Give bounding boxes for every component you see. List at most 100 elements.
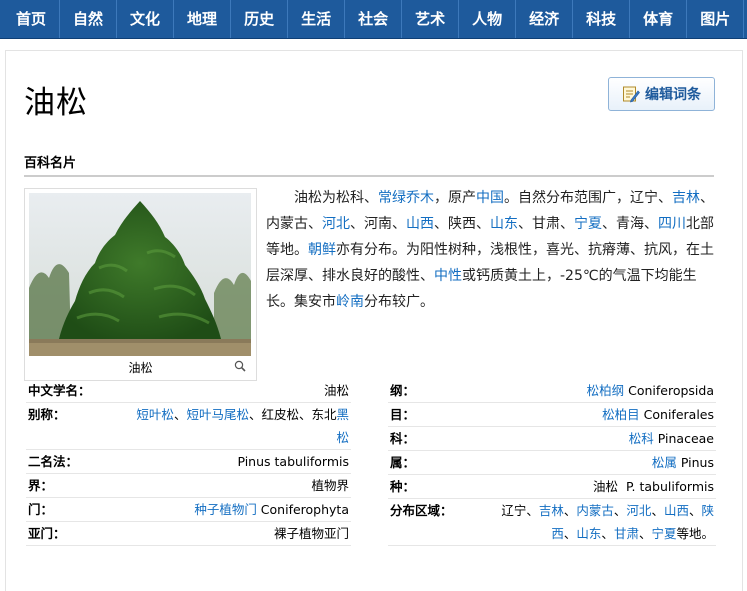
info-key: 二名法： [28,454,79,469]
link-coniferales[interactable]: 松柏目 [602,407,640,422]
link-hebei-dist[interactable]: 河北 [626,503,651,518]
nav-item-society[interactable]: 社会 [345,0,403,38]
photo-card[interactable]: 油松 [24,188,257,381]
link-sichuan[interactable]: 四川 [658,216,686,232]
summary-text: 、河南、 [350,216,406,232]
info-value: 油松 [323,383,349,398]
section-title: 百科名片 [24,156,77,171]
summary-text: 油松为松科、 [294,190,378,206]
nav-item-sports[interactable]: 体育 [630,0,688,38]
pine-tree-photo[interactable] [29,193,251,356]
link-lingnan[interactable]: 岭南 [336,294,364,310]
link-evergreen-tree[interactable]: 常绿乔木 [378,190,434,206]
info-row-genus: 属： 松属 Pinus [388,451,716,475]
magnifier-icon[interactable] [234,360,246,372]
info-text: 、 [173,407,187,422]
info-row-species: 种： 油松 P. tabuliformis [388,475,716,499]
link-gansu-dist[interactable]: 甘肃 [614,526,639,541]
info-text: 、 [563,503,577,518]
info-text: 、 [638,526,652,541]
nav-item-images[interactable]: 图片 [687,0,745,38]
info-value: 种子植物门 Coniferophyta [126,498,351,521]
nav-item-art[interactable]: 艺术 [402,0,460,38]
info-row-alias: 别称： 短叶松、短叶马尾松、红皮松、东北黑松 [26,403,351,450]
summary-text: 、陕西、 [434,216,490,232]
nav-item-home[interactable]: 首页 [0,0,61,38]
summary-text: 、甘肃、 [518,216,574,232]
link-shanxi[interactable]: 山西 [406,216,434,232]
summary-paragraph: 油松为松科、常绿乔木，原产中国。自然分布范围广，辽宁、吉林、内蒙古、河北、河南、… [266,185,716,315]
info-key: 亚门： [28,526,66,541]
article-card: 油松 编辑词条 百科名片 油松 油松为松科、常绿乔木，原产中国。自然分布范围广，… [5,50,743,591]
info-text: 、 [688,503,702,518]
info-text: 、 [601,526,614,541]
photo-caption: 油松 [128,361,153,375]
link-black-pine[interactable]: 黑松 [336,407,349,445]
link-jilin-dist[interactable]: 吉林 [539,503,564,518]
info-text: Coniferopsida [624,383,714,398]
info-text: 等地。 [676,526,714,541]
info-row-chinese-name: 中文学名： 油松 [26,379,351,403]
link-shanxi-dist[interactable]: 山西 [664,503,689,518]
info-text: 辽宁、 [501,503,539,518]
info-key: 别称： [28,407,66,422]
info-text: 、红皮松、东北 [248,407,337,422]
info-row-order: 目： 松柏目 Coniferales [388,403,716,427]
info-value: 裸子植物亚门 [273,526,349,541]
info-table-right: 纲： 松柏纲 Coniferopsida 目： 松柏目 Coniferales … [388,379,716,546]
info-value: 松科 Pinaceae [488,427,716,450]
info-table-left: 中文学名： 油松 别称： 短叶松、短叶马尾松、红皮松、东北黑松 二名法： Pin… [26,379,351,546]
edit-icon [623,86,640,103]
link-china[interactable]: 中国 [476,190,504,206]
link-ningxia[interactable]: 宁夏 [574,216,602,232]
link-jilin[interactable]: 吉林 [672,190,700,206]
nav-item-nature[interactable]: 自然 [60,0,118,38]
link-hebei[interactable]: 河北 [322,216,350,232]
link-pinaceae[interactable]: 松科 [629,431,654,446]
info-value: 辽宁、吉林、内蒙古、河北、山西、陕西、山东、甘肃、宁夏等地。 [488,499,716,545]
info-row-subphylum: 亚门： 裸子植物亚门 [26,522,351,546]
info-key: 目： [390,407,416,422]
link-short-leaf-pine[interactable]: 短叶松 [136,407,174,422]
info-row-kingdom: 界： 植物界 [26,474,351,498]
nav-item-life[interactable]: 生活 [288,0,346,38]
info-text: Pinus [676,455,714,470]
edit-entry-button[interactable]: 编辑词条 [608,77,715,111]
summary-text: ，原产 [434,190,476,206]
summary-text: 。自然分布范围广，辽宁、 [504,190,672,206]
page-title: 油松 [24,85,88,121]
info-text: Coniferales [639,407,714,422]
summary-text: 分布较广。 [364,294,434,310]
info-row-binomial: 二名法： Pinus tabuliformis [26,450,351,474]
info-text: 、 [651,503,664,518]
link-ningxia-dist[interactable]: 宁夏 [651,526,676,541]
link-shandong[interactable]: 山东 [490,216,518,232]
link-korea[interactable]: 朝鲜 [308,242,336,258]
info-row-class: 纲： 松柏纲 Coniferopsida [388,379,716,403]
nav-item-science[interactable]: 科技 [573,0,631,38]
section-divider [24,175,714,177]
info-row-distribution: 分布区域： 辽宁、吉林、内蒙古、河北、山西、陕西、山东、甘肃、宁夏等地。 [388,499,716,546]
link-coniferopsida[interactable]: 松柏纲 [587,383,625,398]
nav-item-culture[interactable]: 文化 [117,0,175,38]
info-key: 界： [28,478,54,493]
nav-item-history[interactable]: 历史 [231,0,289,38]
info-value: 短叶松、短叶马尾松、红皮松、东北黑松 [126,403,351,449]
link-pinus[interactable]: 松属 [652,455,677,470]
info-key: 门： [28,502,54,517]
nav-item-economy[interactable]: 经济 [516,0,574,38]
link-inner-mongolia[interactable]: 内蒙古 [576,503,614,518]
link-shandong-dist[interactable]: 山东 [576,526,601,541]
link-spermatophyta[interactable]: 种子植物门 [194,502,257,517]
top-nav: 首页 自然 文化 地理 历史 生活 社会 艺术 人物 经济 科技 体育 图片 数… [0,0,747,39]
info-text: Coniferophyta [256,502,349,517]
nav-item-geography[interactable]: 地理 [174,0,232,38]
link-neutral[interactable]: 中性 [434,268,462,284]
info-text: Pinaceae [653,431,714,446]
info-key: 种： [390,479,416,494]
edit-entry-label: 编辑词条 [645,87,701,103]
info-value: 松柏目 Coniferales [488,403,716,426]
info-key: 分布区域： [390,503,453,518]
nav-item-people[interactable]: 人物 [459,0,517,38]
link-short-leaf-masson-pine[interactable]: 短叶马尾松 [186,407,249,422]
